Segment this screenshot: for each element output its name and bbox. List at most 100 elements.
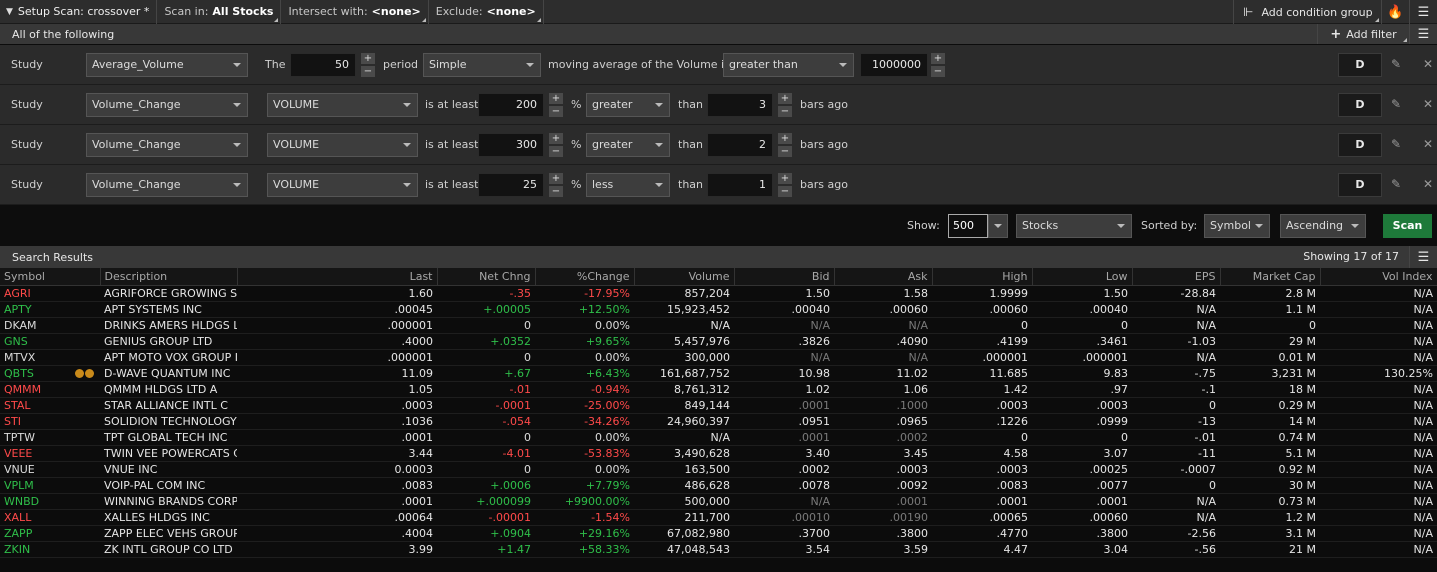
field-select[interactable]: VOLUME — [267, 93, 418, 117]
column-header-low[interactable]: Low — [1032, 268, 1133, 286]
column-header-symbol[interactable]: Symbol — [0, 268, 101, 286]
study-select[interactable]: Volume_Change — [86, 93, 248, 117]
comparison-select[interactable]: greater than — [723, 53, 854, 77]
asset-type-select[interactable]: Stocks — [1016, 214, 1132, 238]
threshold-input[interactable]: 1000000 — [860, 53, 928, 77]
table-row[interactable]: AGRI AGRIFORCE GROWING SY 1.60 -.35 -17.95% 8… — [0, 285, 1437, 302]
increment-icon[interactable]: + — [778, 93, 792, 104]
percent-stepper[interactable]: + − — [549, 173, 563, 197]
decrement-icon[interactable]: − — [778, 106, 792, 117]
table-row[interactable]: TPTW TPT GLOBAL TECH INC .0001 0 0.00% N/A .00… — [0, 429, 1437, 446]
percent-input[interactable]: 200 — [478, 93, 544, 117]
close-icon[interactable]: ✕ — [1423, 177, 1433, 191]
average-type-select[interactable]: Simple — [423, 53, 541, 77]
increment-icon[interactable]: + — [778, 173, 792, 184]
column-header-market-cap[interactable]: Market Cap — [1220, 268, 1321, 286]
threshold-stepper[interactable]: + − — [931, 53, 945, 77]
bars-input[interactable]: 2 — [707, 133, 773, 157]
decrement-icon[interactable]: − — [931, 66, 945, 77]
close-icon[interactable]: ✕ — [1423, 57, 1433, 71]
cell-symbol[interactable]: GNS — [0, 333, 100, 350]
aggregation-button[interactable]: D — [1338, 173, 1382, 197]
aggregation-button[interactable]: D — [1338, 93, 1382, 117]
table-row[interactable]: STAL STAR ALLIANCE INTL C .0003 -.0001 -25.0… — [0, 397, 1437, 414]
hot-scan-button[interactable]: 🔥 — [1381, 0, 1409, 24]
study-select[interactable]: Volume_Change — [86, 173, 248, 197]
cell-symbol[interactable]: VPLM — [0, 477, 100, 494]
cell-symbol[interactable]: AGRI — [0, 285, 100, 302]
cell-symbol[interactable]: QMMM — [0, 381, 100, 398]
cell-symbol[interactable]: ZAPP — [0, 525, 100, 542]
direction-select[interactable]: greater — [586, 93, 670, 117]
cell-symbol[interactable]: VNUE — [0, 461, 100, 478]
decrement-icon[interactable]: − — [361, 66, 375, 77]
decrement-icon[interactable]: − — [778, 146, 792, 157]
decrement-icon[interactable]: − — [549, 146, 563, 157]
filter-menu-button[interactable]: ☰ — [1409, 24, 1437, 44]
pencil-icon[interactable]: ✎ — [1391, 98, 1403, 110]
aggregation-button[interactable]: D — [1338, 53, 1382, 77]
intersect-selector[interactable]: Intersect with: <none> — [281, 0, 429, 24]
bars-stepper[interactable]: + − — [778, 133, 792, 157]
bars-stepper[interactable]: + − — [778, 93, 792, 117]
cell-symbol[interactable]: DKAM — [0, 317, 100, 334]
pencil-icon[interactable]: ✎ — [1391, 58, 1403, 70]
table-row[interactable]: ZAPP ZAPP ELEC VEHS GROUP .4004 +.0904 +29.1… — [0, 525, 1437, 542]
pencil-icon[interactable]: ✎ — [1391, 178, 1403, 190]
percent-stepper[interactable]: + − — [549, 93, 563, 117]
increment-icon[interactable]: + — [549, 133, 563, 144]
scan-button[interactable]: Scan — [1383, 214, 1432, 238]
direction-select[interactable]: greater — [586, 133, 670, 157]
table-row[interactable]: QBTS D-WAVE QUANTUM INC 11.09 +.67 +6.43% 161… — [0, 365, 1437, 382]
decrement-icon[interactable]: − — [778, 186, 792, 197]
bars-input[interactable]: 1 — [707, 173, 773, 197]
cell-symbol[interactable]: WNBD — [0, 493, 100, 510]
table-row[interactable]: DKAM DRINKS AMERS HLDGS L .000001 0 0.00% N/A… — [0, 317, 1437, 334]
column-header-vol-index[interactable]: Vol Index — [1320, 268, 1437, 286]
table-row[interactable]: MTVX APT MOTO VOX GROUP I .000001 0 0.00% 300… — [0, 349, 1437, 366]
table-row[interactable]: VNUE VNUE INC 0.0003 0 0.00% 163,500 .0002 .000… — [0, 461, 1437, 478]
add-filter-button[interactable]: + Add filter — [1317, 24, 1409, 44]
column-header-bid[interactable]: Bid — [734, 268, 835, 286]
close-icon[interactable]: ✕ — [1423, 137, 1433, 151]
setup-scan-menu[interactable]: ▼ Setup Scan: crossover * — [0, 0, 158, 24]
increment-icon[interactable]: + — [549, 93, 563, 104]
menu-button[interactable]: ☰ — [1409, 0, 1437, 24]
increment-icon[interactable]: + — [778, 133, 792, 144]
column-header-change[interactable]: %Change — [535, 268, 635, 286]
increment-icon[interactable]: + — [931, 53, 945, 64]
bars-stepper[interactable]: + − — [778, 173, 792, 197]
table-row[interactable]: QMMM QMMM HLDGS LTD A 1.05 -.01 -0.94% 8,761,… — [0, 381, 1437, 398]
cell-symbol[interactable]: TPTW — [0, 429, 100, 446]
percent-stepper[interactable]: + − — [549, 133, 563, 157]
column-header-high[interactable]: High — [932, 268, 1033, 286]
show-count-input[interactable]: 500 — [948, 214, 988, 238]
cell-symbol[interactable]: VEEE — [0, 445, 100, 462]
aggregation-button[interactable]: D — [1338, 133, 1382, 157]
column-header-last[interactable]: Last — [237, 268, 438, 286]
table-row[interactable]: VPLM VOIP-PAL COM INC .0083 +.0006 +7.79% 486… — [0, 477, 1437, 494]
sort-field-select[interactable]: Symbol — [1204, 214, 1270, 238]
add-condition-group-button[interactable]: ⊩ Add condition group — [1233, 0, 1381, 24]
cell-symbol[interactable]: XALL — [0, 509, 100, 526]
cell-symbol[interactable]: ZKIN — [0, 541, 100, 558]
field-select[interactable]: VOLUME — [267, 173, 418, 197]
column-header-ask[interactable]: Ask — [834, 268, 933, 286]
column-header-eps[interactable]: EPS — [1132, 268, 1221, 286]
study-select[interactable]: Average_Volume — [86, 53, 248, 77]
increment-icon[interactable]: + — [549, 173, 563, 184]
period-input[interactable]: 50 — [290, 53, 356, 77]
results-menu-button[interactable]: ☰ — [1409, 246, 1437, 268]
column-header-net-chng[interactable]: Net Chng — [437, 268, 536, 286]
cell-symbol[interactable]: STAL — [0, 397, 100, 414]
exclude-selector[interactable]: Exclude: <none> — [429, 0, 544, 24]
bars-input[interactable]: 3 — [707, 93, 773, 117]
period-stepper[interactable]: + − — [361, 53, 375, 77]
decrement-icon[interactable]: − — [549, 106, 563, 117]
cell-symbol[interactable]: APTY — [0, 301, 100, 318]
decrement-icon[interactable]: − — [549, 186, 563, 197]
table-row[interactable]: WNBD WINNING BRANDS CORP .0001 +.000099 +990… — [0, 493, 1437, 510]
table-row[interactable]: XALL XALLES HLDGS INC .00064 -.00001 -1.54% 2… — [0, 509, 1437, 526]
increment-icon[interactable]: + — [361, 53, 375, 64]
cell-symbol[interactable]: MTVX — [0, 349, 100, 366]
